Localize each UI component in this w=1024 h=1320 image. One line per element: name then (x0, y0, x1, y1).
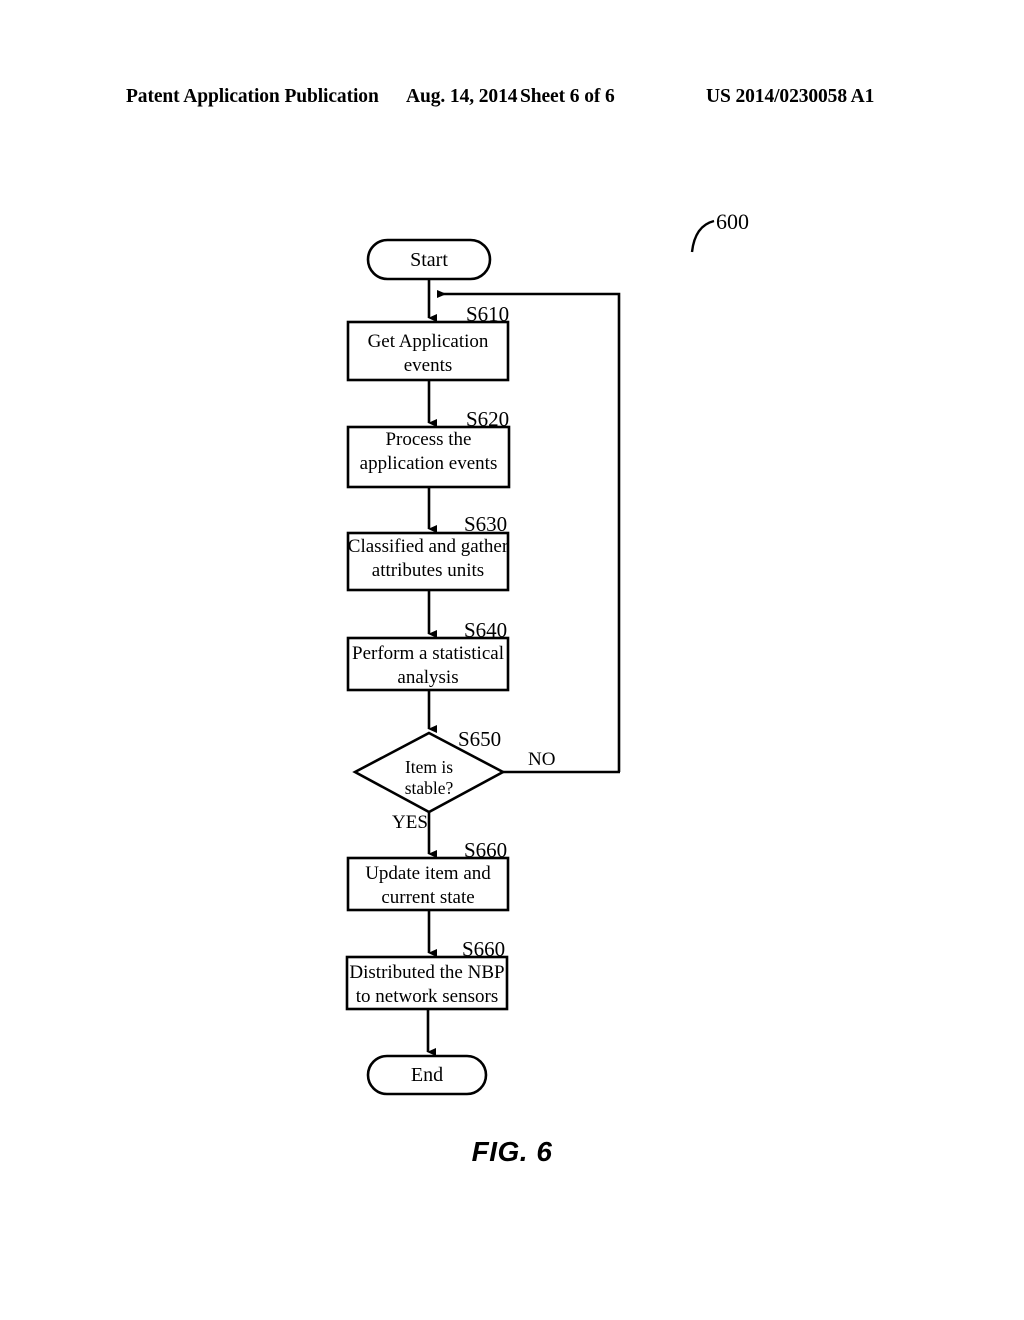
figure-caption: FIG. 6 (471, 1136, 553, 1167)
step-label-s660b: S660 (462, 937, 506, 961)
step-label-s620: S620 (466, 407, 510, 431)
step-label-s640: S640 (464, 618, 508, 642)
step-label-s650: S650 (458, 727, 502, 751)
figure-600-flowchart: 600 Start Get Application events Process… (0, 0, 1024, 1320)
step-label-s610: S610 (466, 302, 510, 326)
step-label-s660a: S660 (464, 838, 508, 862)
flowchart-graphics (345, 219, 715, 1096)
edge-label-no: NO (528, 749, 556, 770)
reference-numeral-600: 600 (716, 209, 749, 234)
step-label-s630: S630 (464, 512, 508, 536)
edge-label-yes: YES (392, 812, 428, 833)
